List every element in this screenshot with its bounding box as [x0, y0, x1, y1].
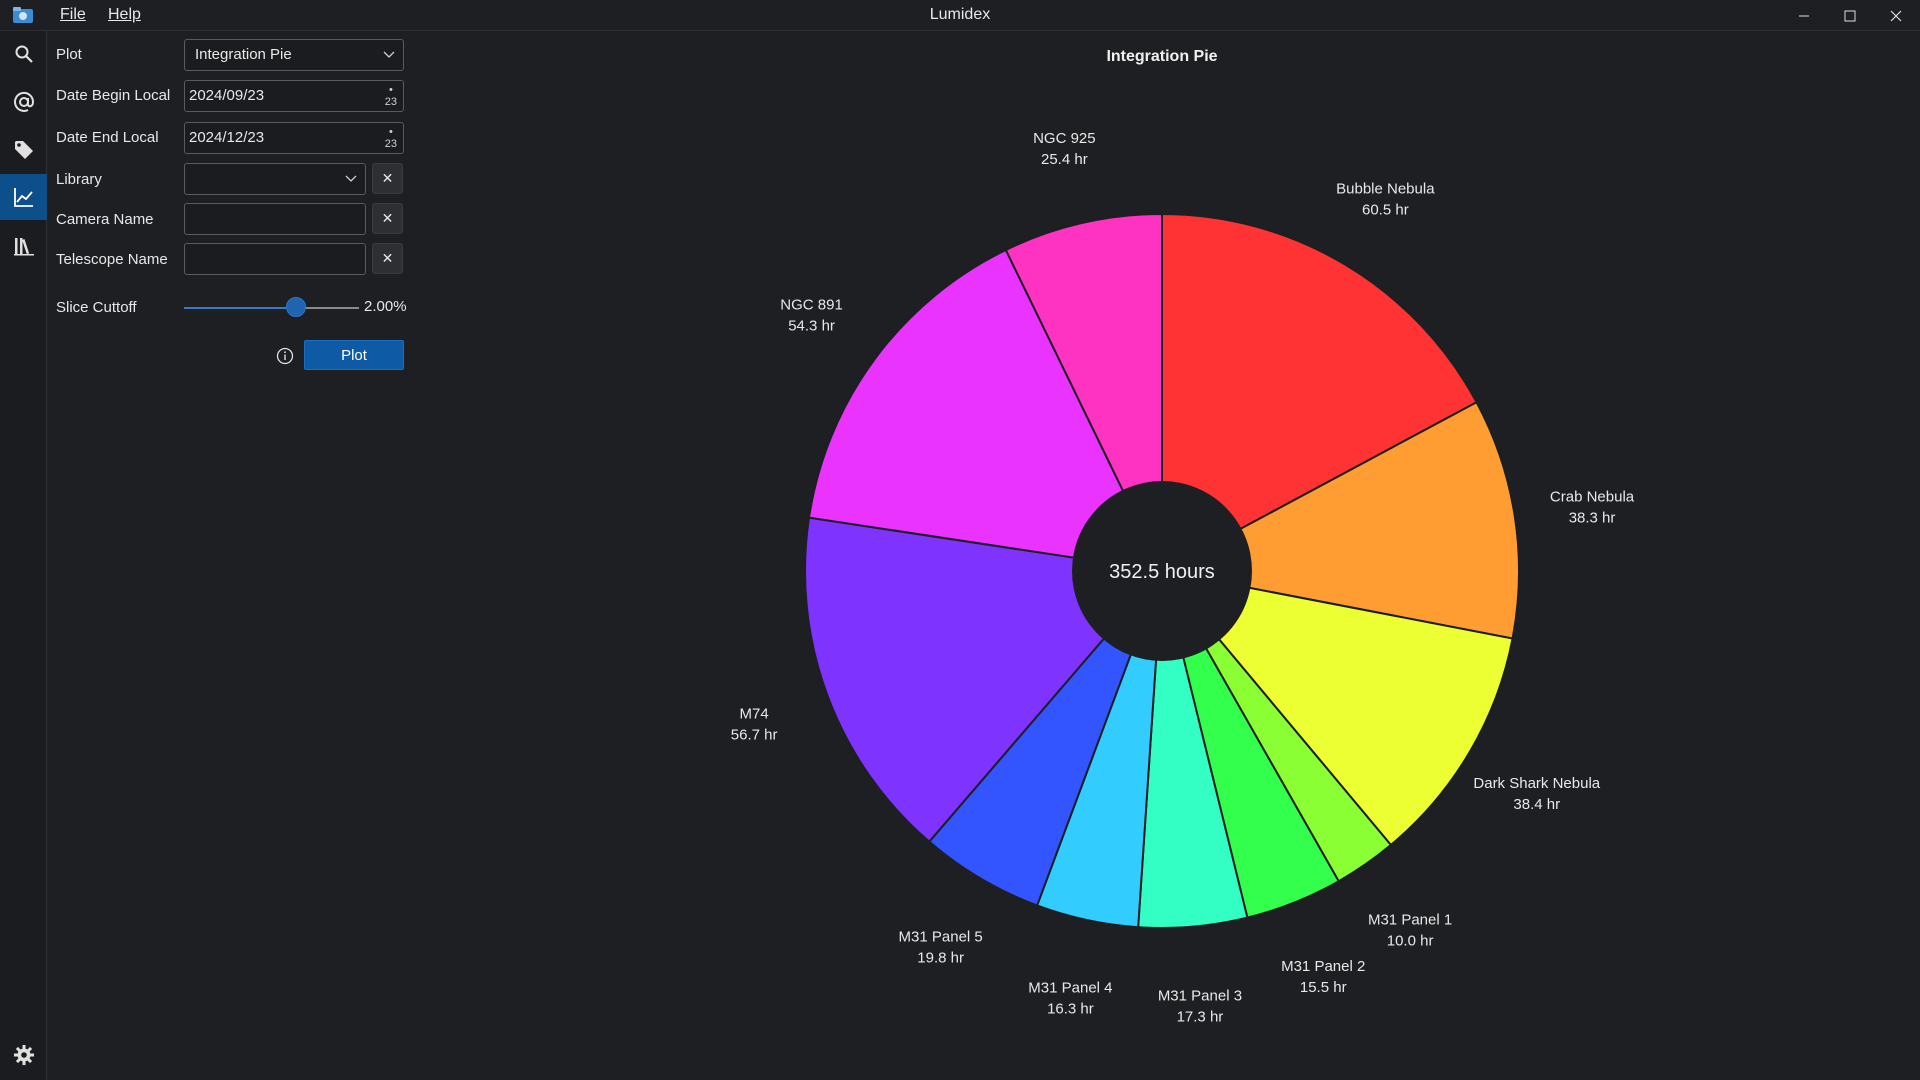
slice-label: M31 Panel 2 15.5 hr — [1281, 958, 1365, 996]
slice-value: 56.7 hr — [731, 726, 778, 743]
slice-value: 16.3 hr — [1047, 1000, 1094, 1017]
slice-label: Bubble Nebula 60.5 hr — [1336, 181, 1435, 219]
slice-value: 38.3 hr — [1569, 510, 1616, 527]
slice-name: Bubble Nebula — [1336, 181, 1435, 198]
slice-label: M31 Panel 5 19.8 hr — [899, 928, 983, 966]
slice-name: M31 Panel 2 — [1281, 958, 1365, 975]
slice-value: 17.3 hr — [1177, 1008, 1224, 1025]
slice-name: M31 Panel 4 — [1028, 979, 1112, 996]
slice-name: M74 — [740, 705, 769, 722]
slice-value: 15.5 hr — [1300, 979, 1347, 996]
slice-value: 10.0 hr — [1387, 932, 1434, 949]
slice-name: M31 Panel 1 — [1368, 911, 1452, 928]
slice-name: NGC 891 — [780, 296, 843, 313]
slice-label: M31 Panel 3 17.3 hr — [1158, 987, 1242, 1025]
slice-label: NGC 925 25.4 hr — [1033, 130, 1096, 168]
slice-name: Dark Shark Nebula — [1473, 775, 1600, 792]
slice-name: Crab Nebula — [1550, 489, 1635, 506]
slice-name: NGC 925 — [1033, 130, 1096, 147]
slice-label: Crab Nebula 38.3 hr — [1550, 489, 1635, 527]
pie-chart: Bubble Nebula 60.5 hr Crab Nebula 38.3 hr Da… — [731, 130, 1635, 1025]
slice-name: M31 Panel 5 — [899, 928, 983, 945]
slice-value: 38.4 hr — [1513, 796, 1560, 813]
slice-value: 19.8 hr — [917, 949, 964, 966]
total-hours-label: 352.5 hours — [1109, 561, 1215, 583]
slice-name: M31 Panel 3 — [1158, 987, 1242, 1004]
slice-value: 54.3 hr — [788, 317, 835, 334]
slice-label: NGC 891 54.3 hr — [780, 296, 843, 334]
slice-label: M74 56.7 hr — [731, 705, 778, 743]
slice-label: M31 Panel 4 16.3 hr — [1028, 979, 1112, 1017]
slice-value: 60.5 hr — [1362, 202, 1409, 219]
slice-label: M31 Panel 1 10.0 hr — [1368, 911, 1452, 949]
slice-value: 25.4 hr — [1041, 151, 1088, 168]
slice-label: Dark Shark Nebula 38.4 hr — [1473, 775, 1600, 813]
